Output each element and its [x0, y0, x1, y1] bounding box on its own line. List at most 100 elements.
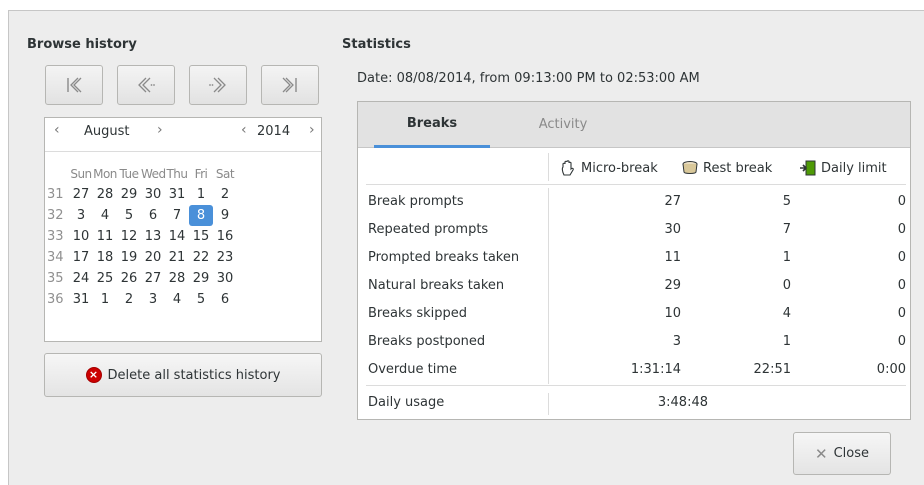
calendar-week-row: 31 27 28 29 30 31 1 2 [45, 184, 323, 205]
previous-button[interactable] [117, 65, 175, 105]
row-label: Overdue time [368, 362, 458, 377]
calendar-day[interactable]: 8 [189, 205, 213, 226]
week-number: 33 [47, 229, 64, 244]
calendar-day[interactable]: 29 [117, 187, 141, 202]
calendar-day[interactable]: 28 [93, 187, 117, 202]
calendar-day[interactable]: 1 [189, 187, 213, 202]
daily-usage-value: 3:48:48 [657, 395, 708, 410]
column-separator [548, 328, 549, 356]
row-value: 1 [782, 334, 791, 349]
calendar-day[interactable]: 4 [165, 292, 189, 307]
calendar-day[interactable]: 17 [69, 250, 93, 265]
prev-month-icon[interactable]: ‹ [54, 122, 60, 138]
calendar-day[interactable]: 10 [69, 229, 93, 244]
calendar-day[interactable]: 3 [69, 208, 93, 223]
next-year-icon[interactable]: › [309, 122, 315, 138]
calendar-day[interactable]: 13 [141, 229, 165, 244]
weekday-header: Sat [215, 166, 235, 181]
calendar-day[interactable]: 18 [93, 250, 117, 265]
column-label: Rest break [703, 160, 773, 176]
calendar-day[interactable]: 27 [69, 187, 93, 202]
first-button[interactable] [45, 65, 103, 105]
calendar-day[interactable]: 29 [189, 271, 213, 286]
next-month-icon[interactable]: › [157, 122, 163, 138]
row-label: Natural breaks taken [368, 278, 505, 293]
calendar-day[interactable]: 20 [141, 250, 165, 265]
row-label: Break prompts [368, 194, 464, 209]
tab-activity[interactable]: Activity [518, 102, 608, 148]
column-separator [548, 356, 549, 384]
calendar-week-row: 34 17 18 19 20 21 22 23 [45, 247, 323, 268]
next-button[interactable] [189, 65, 247, 105]
statistics-title: Statistics [342, 37, 411, 52]
delete-history-button[interactable]: × Delete all statistics history [44, 353, 322, 397]
calendar-day[interactable]: 26 [117, 271, 141, 286]
week-number: 35 [47, 271, 64, 286]
calendar-day[interactable]: 15 [189, 229, 213, 244]
row-value: 5 [782, 194, 791, 209]
calendar-day[interactable]: 1 [93, 292, 117, 307]
calendar-day[interactable]: 19 [117, 250, 141, 265]
calendar-day[interactable]: 21 [165, 250, 189, 265]
calendar-day[interactable]: 31 [165, 187, 189, 202]
tab-breaks[interactable]: Breaks [374, 102, 490, 148]
weekday-header: Tue [119, 166, 140, 181]
previous-icon [138, 77, 155, 93]
calendar-day[interactable]: 2 [117, 292, 141, 307]
weekday-header: Thu [166, 166, 188, 181]
calendar-day[interactable]: 6 [213, 292, 237, 307]
exit-icon [800, 160, 816, 176]
calendar-day[interactable]: 6 [141, 208, 165, 223]
calendar-day[interactable]: 31 [69, 292, 93, 307]
close-label: Close [833, 446, 869, 461]
weekday-header-row: Sun Mon Tue Wed Thu Fri Sat [45, 163, 323, 184]
calendar-day[interactable]: 5 [117, 208, 141, 223]
column-separator [548, 300, 549, 328]
calendar-day[interactable]: 23 [213, 250, 237, 265]
calendar-day[interactable]: 14 [165, 229, 189, 244]
column-micro-break: Micro-break [559, 155, 658, 181]
close-button[interactable]: ✕ Close [793, 432, 891, 475]
calendar-month: August [84, 124, 130, 139]
tab-bar: Breaks Activity [358, 102, 910, 148]
calendar-day[interactable]: 22 [189, 250, 213, 265]
row-value: 1:31:14 [630, 362, 681, 377]
calendar-day[interactable]: 4 [93, 208, 117, 223]
row-value: 0 [782, 278, 791, 293]
calendar-day[interactable]: 16 [213, 229, 237, 244]
row-value: 30 [664, 222, 681, 237]
calendar-day[interactable]: 24 [69, 271, 93, 286]
calendar[interactable]: ‹ August › ‹ 2014 › Sun Mon Tue Wed Thu Fri Sa… [44, 117, 322, 342]
row-value: 4 [782, 306, 791, 321]
calendar-day[interactable]: 9 [213, 208, 237, 223]
last-icon [282, 77, 297, 93]
column-label: Micro-break [581, 160, 658, 176]
calendar-day[interactable]: 5 [189, 292, 213, 307]
delete-history-label: Delete all statistics history [107, 367, 281, 383]
calendar-day[interactable]: 30 [213, 271, 237, 286]
calendar-day[interactable]: 30 [141, 187, 165, 202]
calendar-day[interactable]: 11 [93, 229, 117, 244]
calendar-day[interactable]: 2 [213, 187, 237, 202]
calendar-day[interactable]: 3 [141, 292, 165, 307]
column-separator [548, 272, 549, 300]
row-value: 3 [672, 334, 681, 349]
calendar-day[interactable]: 28 [165, 271, 189, 286]
calendar-day[interactable]: 27 [141, 271, 165, 286]
prev-year-icon[interactable]: ‹ [241, 122, 247, 138]
column-separator [548, 153, 549, 181]
column-separator [548, 216, 549, 244]
row-value: 0 [897, 222, 906, 237]
calendar-day[interactable]: 7 [165, 208, 189, 223]
calendar-day[interactable]: 25 [93, 271, 117, 286]
week-number: 32 [47, 208, 64, 223]
row-value: 27 [664, 194, 681, 209]
close-icon: ✕ [815, 444, 828, 463]
calendar-day[interactable]: 12 [117, 229, 141, 244]
calendar-divider [45, 151, 321, 152]
first-icon [67, 77, 82, 93]
week-number: 34 [47, 250, 64, 265]
row-value: 0 [897, 250, 906, 265]
row-value: 0 [897, 194, 906, 209]
last-button[interactable] [261, 65, 319, 105]
